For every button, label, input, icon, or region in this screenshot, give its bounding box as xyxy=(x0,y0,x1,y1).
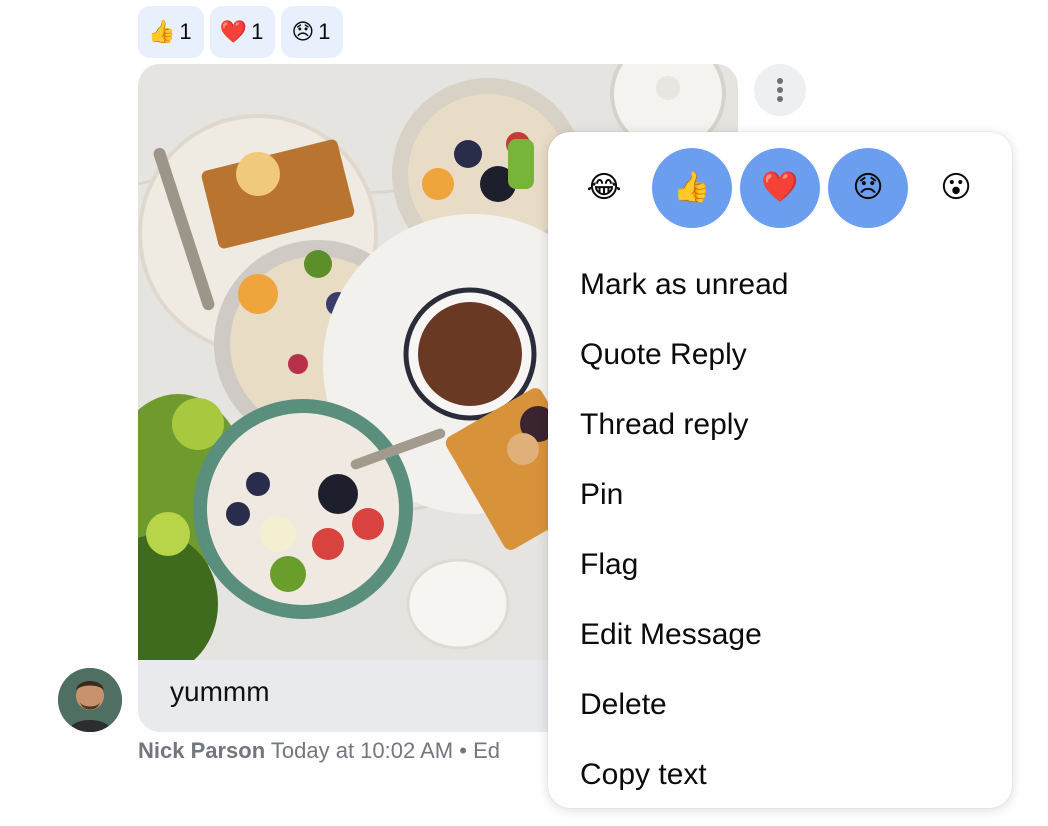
reaction-count: 1 xyxy=(251,19,264,44)
menu-item-thread-reply[interactable]: Thread reply xyxy=(580,390,788,460)
surprised-face-icon: 😮 xyxy=(940,171,972,204)
menu-item-delete[interactable]: Delete xyxy=(580,670,788,740)
menu-item-edit-message[interactable]: Edit Message xyxy=(580,600,788,670)
heart-icon: ❤️ xyxy=(761,171,799,204)
menu-item-pin[interactable]: Pin xyxy=(580,460,788,530)
message-reactions: 👍 1 ❤️ 1 😞 1 xyxy=(138,6,343,58)
thumbs-up-icon: 👍 xyxy=(673,171,711,204)
menu-item-copy-text[interactable]: Copy text xyxy=(580,740,788,810)
menu-item-flag[interactable]: Flag xyxy=(580,530,788,600)
more-vertical-icon xyxy=(777,78,783,84)
meta-separator: • xyxy=(459,738,467,763)
reaction-count: 1 xyxy=(179,19,192,44)
reaction-option-thumbs-up[interactable]: 👍 xyxy=(652,148,732,228)
menu-item-mark-unread[interactable]: Mark as unread xyxy=(580,250,788,320)
more-vertical-icon-dot xyxy=(777,87,783,93)
reaction-option-heart[interactable]: ❤️ xyxy=(740,148,820,228)
menu-actions-list: Mark as unread Quote Reply Thread reply … xyxy=(580,250,788,810)
reaction-count: 1 xyxy=(318,19,331,44)
message-text: yummm xyxy=(170,676,270,707)
reaction-picker: 😂 👍 ❤️ 😞 😮 xyxy=(564,148,996,228)
reaction-option-surprised[interactable]: 😮 xyxy=(916,148,996,228)
message-meta: Nick Parson Today at 10:02 AM • Ed xyxy=(138,738,500,764)
thumbs-up-icon: 👍 xyxy=(148,19,176,44)
reaction-option-disappointed[interactable]: 😞 xyxy=(828,148,908,228)
heart-icon: ❤️ xyxy=(219,19,248,44)
message-timestamp: Today at 10:02 AM xyxy=(270,738,454,763)
joy-face-icon: 😂 xyxy=(586,171,622,204)
reaction-disappointed[interactable]: 😞 1 xyxy=(281,6,343,58)
more-vertical-icon-dot xyxy=(777,96,783,102)
disappointed-face-icon: 😞 xyxy=(852,171,884,204)
message-options-button[interactable] xyxy=(754,64,806,116)
avatar[interactable] xyxy=(58,668,122,732)
disappointed-face-icon: 😞 xyxy=(291,19,315,44)
message-author[interactable]: Nick Parson xyxy=(138,738,265,763)
edited-indicator[interactable]: Ed xyxy=(473,738,500,763)
reaction-thumbs-up[interactable]: 👍 1 xyxy=(138,6,204,58)
menu-item-quote-reply[interactable]: Quote Reply xyxy=(580,320,788,390)
reaction-heart[interactable]: ❤️ 1 xyxy=(209,6,276,58)
message-actions-menu: 😂 👍 ❤️ 😞 😮 Mark as unread Quote Reply Th… xyxy=(548,132,1012,808)
user-avatar-image xyxy=(58,668,122,732)
reaction-option-joy[interactable]: 😂 xyxy=(564,148,644,228)
